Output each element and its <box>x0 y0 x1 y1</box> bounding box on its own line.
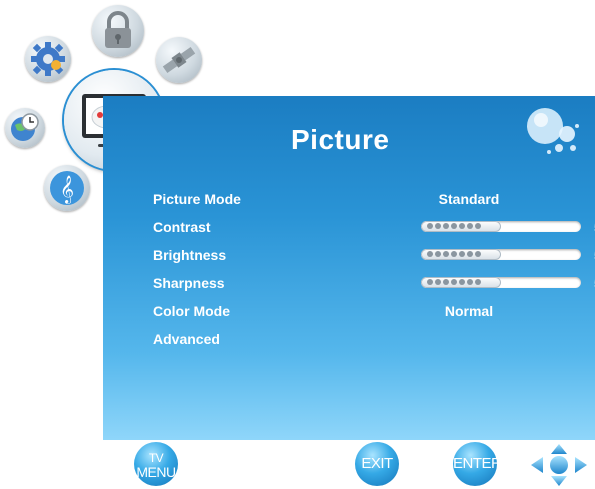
picture-mode-item[interactable]: Picture Mode Standard <box>153 189 573 209</box>
sound-button[interactable]: 𝄞 <box>44 165 90 211</box>
slider-dots-icon <box>427 223 481 230</box>
brightness-slider-fill <box>421 249 501 260</box>
color-mode-item[interactable]: Color Mode Normal <box>153 301 573 321</box>
picture-mode-value[interactable]: Standard <box>419 189 519 209</box>
sharpness-label: Sharpness <box>153 275 225 291</box>
exit-button[interactable]: EXIT <box>355 442 399 486</box>
bubbles-decoration-icon <box>527 108 579 154</box>
lock-icon <box>105 11 131 48</box>
sharpness-slider-fill <box>421 277 501 288</box>
clock-globe-icon <box>11 113 39 141</box>
contrast-slider-fill <box>421 221 501 232</box>
brightness-slider[interactable] <box>421 249 581 260</box>
enter-label: ENTER <box>453 455 502 472</box>
enter-button[interactable]: ENTER <box>453 442 502 486</box>
slider-dots-icon <box>427 279 481 286</box>
advanced-item[interactable]: Advanced <box>153 329 353 349</box>
tv-menu-line2: MENU <box>136 464 176 480</box>
slider-dots-icon <box>427 251 481 258</box>
brightness-item[interactable]: Brightness 50 <box>153 245 595 265</box>
lock-button[interactable] <box>92 5 144 57</box>
contrast-slider[interactable] <box>421 221 581 232</box>
sharpness-slider[interactable] <box>421 277 581 288</box>
sharpness-item[interactable]: Sharpness 50 <box>153 273 595 293</box>
advanced-label: Advanced <box>153 331 220 347</box>
music-note-icon: 𝄞 <box>50 171 84 205</box>
tv-menu-button[interactable]: TV MENU <box>134 442 178 486</box>
time-button[interactable] <box>5 108 45 148</box>
picture-mode-label: Picture Mode <box>153 191 241 207</box>
contrast-item[interactable]: Contrast 50 <box>153 217 595 237</box>
page-title: Picture <box>291 124 390 155</box>
brightness-label: Brightness <box>153 247 227 263</box>
exit-label: EXIT <box>361 455 393 472</box>
color-mode-value[interactable]: Normal <box>419 301 519 321</box>
color-mode-label: Color Mode <box>153 303 230 319</box>
svg-text:𝄞: 𝄞 <box>60 175 74 204</box>
tv-menu-line1: TV <box>148 451 164 465</box>
bottom-bar: TV MENU EXIT ENTER <box>103 440 595 489</box>
contrast-label: Contrast <box>153 219 211 235</box>
picture-menu-panel: Picture Picture Mode Standard Contrast 5… <box>103 96 595 440</box>
directional-pad-icon[interactable] <box>529 442 589 488</box>
